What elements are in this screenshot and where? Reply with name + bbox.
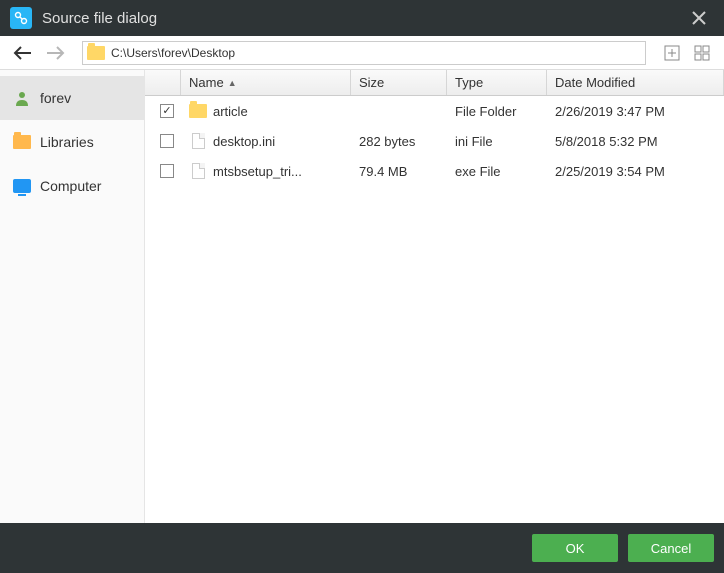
row-checkbox[interactable] <box>160 134 174 148</box>
file-icon <box>189 133 207 149</box>
file-date: 2/25/2019 3:54 PM <box>547 164 724 179</box>
libraries-icon <box>12 133 32 151</box>
grid-icon <box>694 45 710 61</box>
column-header: Name ▲ Size Type Date Modified <box>145 70 724 96</box>
forward-button[interactable] <box>42 40 68 66</box>
row-checkbox[interactable] <box>160 164 174 178</box>
path-text: C:\Users\forev\Desktop <box>111 46 641 60</box>
file-type: exe File <box>447 164 547 179</box>
file-icon <box>189 163 207 179</box>
footer: OK Cancel <box>0 523 724 573</box>
file-name: desktop.ini <box>213 134 275 149</box>
column-type[interactable]: Type <box>447 70 547 95</box>
sidebar-item-label: Libraries <box>40 134 94 150</box>
path-input[interactable]: C:\Users\forev\Desktop <box>82 41 646 65</box>
back-button[interactable] <box>10 40 36 66</box>
sidebar-item-libraries[interactable]: Libraries <box>0 120 144 164</box>
sidebar-item-label: forev <box>40 90 71 106</box>
column-checkbox[interactable] <box>145 70 181 95</box>
titlebar-title: Source file dialog <box>42 10 684 27</box>
arrow-right-icon <box>45 46 65 60</box>
file-name: article <box>213 104 248 119</box>
file-row[interactable]: desktop.ini 282 bytesini File5/8/2018 5:3… <box>145 126 724 156</box>
row-checkbox[interactable] <box>160 104 174 118</box>
file-date: 2/26/2019 3:47 PM <box>547 104 724 119</box>
sidebar-item-label: Computer <box>40 178 101 194</box>
titlebar: Source file dialog <box>0 0 724 36</box>
file-name: mtsbsetup_tri... <box>213 164 302 179</box>
sidebar-item-user[interactable]: forev <box>0 76 144 120</box>
column-date[interactable]: Date Modified <box>547 70 724 95</box>
file-size: 282 bytes <box>351 134 447 149</box>
file-type: ini File <box>447 134 547 149</box>
file-row[interactable]: mtsbsetup_tri... 79.4 MBexe File2/25/2019… <box>145 156 724 186</box>
file-list: article File Folder2/26/2019 3:47 PM deskt… <box>145 96 724 523</box>
file-pane: Name ▲ Size Type Date Modified article Fi… <box>145 70 724 523</box>
sidebar: forev Libraries Computer <box>0 70 145 523</box>
sidebar-item-computer[interactable]: Computer <box>0 164 144 208</box>
file-size: 79.4 MB <box>351 164 447 179</box>
file-row[interactable]: article File Folder2/26/2019 3:47 PM <box>145 96 724 126</box>
plus-box-icon <box>664 45 680 61</box>
folder-icon <box>87 46 105 60</box>
toolbar: C:\Users\forev\Desktop <box>0 36 724 70</box>
new-folder-button[interactable] <box>660 41 684 65</box>
file-date: 5/8/2018 5:32 PM <box>547 134 724 149</box>
close-icon <box>692 11 706 25</box>
column-size[interactable]: Size <box>351 70 447 95</box>
cancel-button[interactable]: Cancel <box>628 534 714 562</box>
file-type: File Folder <box>447 104 547 119</box>
body: forev Libraries Computer Name ▲ Size Typ… <box>0 70 724 523</box>
arrow-left-icon <box>13 46 33 60</box>
ok-button[interactable]: OK <box>532 534 618 562</box>
computer-icon <box>12 177 32 195</box>
sort-asc-icon: ▲ <box>228 78 237 88</box>
column-name[interactable]: Name ▲ <box>181 70 351 95</box>
folder-icon <box>189 103 207 119</box>
user-icon <box>12 89 32 107</box>
app-icon <box>10 7 32 29</box>
view-grid-button[interactable] <box>690 41 714 65</box>
close-button[interactable] <box>684 3 714 33</box>
